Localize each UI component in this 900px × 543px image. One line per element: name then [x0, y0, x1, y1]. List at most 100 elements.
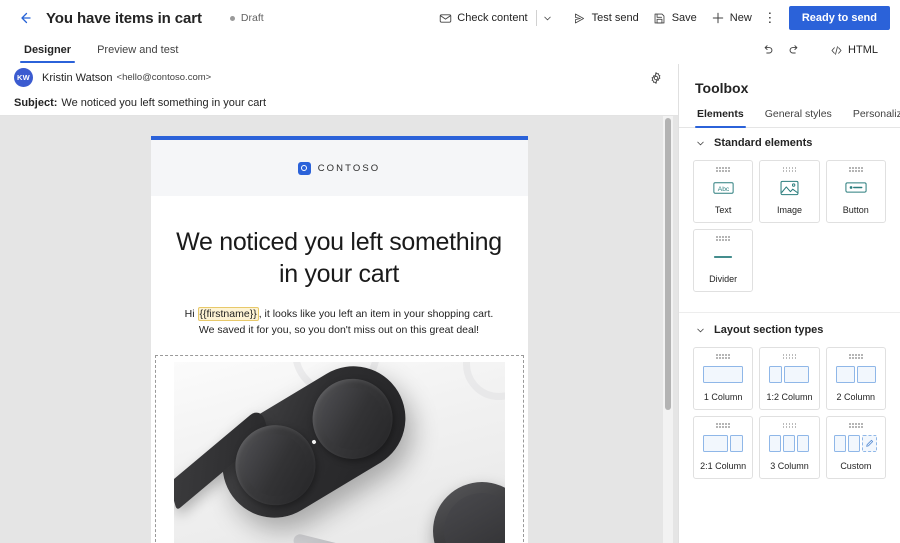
drag-handle-icon[interactable] [716, 354, 730, 359]
layout-tile-2-1-column[interactable]: 2:1 Column [693, 416, 754, 479]
drag-handle-icon[interactable] [782, 423, 797, 428]
ready-to-send-button[interactable]: Ready to send [788, 6, 890, 30]
split-divider [535, 10, 537, 26]
redo-icon [789, 45, 798, 54]
check-content-label: Check content [457, 12, 528, 24]
loose-earbud [432, 481, 505, 543]
element-tile-text-label: Text [714, 205, 732, 215]
email-settings-button[interactable] [646, 68, 666, 88]
layout-tile-1-column-label: 1 Column [703, 392, 743, 402]
layout-tile-2-1-column-label: 2:1 Column [700, 461, 747, 471]
page-title: You have items in cart [46, 9, 202, 27]
element-tile-image[interactable]: Image [759, 160, 820, 223]
layout-custom-icon [834, 434, 878, 454]
drag-handle-icon[interactable] [849, 167, 863, 172]
back-button[interactable] [14, 7, 36, 29]
brand-name: CONTOSO [317, 162, 381, 174]
drag-handle-icon[interactable] [782, 167, 797, 172]
more-vertical-icon: ⋮ [763, 10, 777, 25]
paragraph-line2: We saved it for you, so you don't miss o… [198, 324, 480, 337]
chevron-down-icon [695, 138, 706, 149]
layout-tile-1-column[interactable]: 1 Column [693, 347, 754, 410]
drag-handle-icon[interactable] [716, 423, 730, 428]
tab-preview-and-test[interactable]: Preview and test [91, 36, 184, 64]
more-options-button[interactable]: ⋮ [759, 5, 781, 31]
drag-handle-icon[interactable] [716, 236, 730, 241]
code-icon [831, 45, 842, 55]
personalization-token[interactable]: {{firstname}} [197, 307, 259, 321]
tab-personalize[interactable]: Personalize [851, 108, 900, 127]
canvas-scrollbar-thumb[interactable] [665, 118, 671, 410]
subject-row[interactable]: Subject: We noticed you left something i… [0, 91, 678, 116]
status-dot [229, 15, 235, 21]
section-standard-elements-header[interactable]: Standard elements [693, 128, 886, 158]
toolbox-scroll-region: Standard elements Abc Text Image Button … [679, 128, 900, 543]
pencil-icon [863, 436, 876, 451]
tab-general-styles-label: General styles [764, 108, 832, 120]
chevron-down-icon [695, 325, 706, 336]
drag-handle-icon[interactable] [782, 354, 797, 359]
layout-tile-2-column[interactable]: 2 Column [825, 347, 886, 410]
html-view-button[interactable]: HTML [822, 39, 886, 61]
drag-handle-icon[interactable] [849, 423, 863, 428]
image-icon [780, 178, 799, 198]
section-layout-types-header[interactable]: Layout section types [693, 315, 886, 345]
command-group: Check content Test send Save New ⋮ Ready… [431, 5, 890, 31]
divider-icon [712, 247, 734, 267]
email-body-section[interactable]: We noticed you left something in your ca… [150, 196, 528, 355]
svg-text:Abc: Abc [717, 185, 729, 192]
paragraph-suffix: , it looks like you left an item in your… [258, 308, 494, 320]
tab-elements-label: Elements [697, 108, 744, 120]
email-image-section[interactable] [154, 354, 524, 543]
tab-general-styles[interactable]: General styles [763, 108, 834, 127]
logo-ring [301, 165, 308, 171]
undo-button[interactable] [756, 39, 780, 61]
layout-tile-1-2-column[interactable]: 1:2 Column [759, 347, 820, 410]
subject-value: We noticed you left something in your ca… [61, 97, 267, 109]
product-photo[interactable] [173, 361, 505, 543]
layout-types-grid: 1 Column 1:2 Column 2 Column 2:1 Column … [693, 345, 886, 489]
layout-tile-2-column-label: 2 Column [836, 392, 876, 402]
status-badge: Draft [229, 12, 264, 24]
view-tab-strip: Designer Preview and test HTML [0, 36, 900, 64]
tab-designer[interactable]: Designer [18, 36, 77, 64]
subject-label: Subject: [14, 97, 58, 109]
background-ring-b [462, 361, 505, 400]
element-tile-text[interactable]: Abc Text [693, 160, 754, 223]
canvas-scroll-region: CONTOSO We noticed you left something in… [0, 116, 678, 543]
redo-button[interactable] [782, 39, 806, 61]
case-led-dot [310, 438, 317, 445]
check-content-button[interactable]: Check content [431, 5, 534, 31]
avatar: KW [14, 68, 33, 87]
tab-personalize-label: Personalize [852, 108, 900, 120]
layout-tile-3-column-label: 3 Column [770, 461, 809, 471]
test-send-button[interactable]: Test send [566, 5, 646, 31]
email-header-section[interactable]: CONTOSO [150, 140, 528, 196]
element-tile-image-label: Image [776, 205, 802, 215]
new-button[interactable]: New [704, 5, 759, 31]
paragraph-prefix: Hi [184, 308, 198, 320]
drag-handle-icon[interactable] [716, 167, 730, 172]
layout-2col-icon [835, 365, 876, 385]
sender-name: Kristin Watson [42, 71, 113, 84]
undo-icon [764, 45, 773, 54]
tab-preview-label: Preview and test [97, 44, 179, 56]
section-standard-elements: Standard elements Abc Text Image Button … [679, 128, 900, 302]
email-document: CONTOSO We noticed you left something in… [150, 136, 528, 543]
layout-tile-3-column[interactable]: 3 Column [759, 416, 820, 479]
element-tile-divider-label: Divider [709, 274, 738, 284]
tab-elements[interactable]: Elements [695, 108, 746, 128]
tab-designer-label: Designer [24, 44, 72, 56]
sender-email: <hello@contoso.com> [116, 72, 212, 83]
drag-handle-icon[interactable] [849, 354, 863, 359]
layout-1-2col-icon [769, 365, 810, 385]
toolbox-panel: Toolbox Elements General styles Personal… [678, 64, 900, 543]
layout-tile-custom[interactable]: Custom [825, 416, 886, 479]
check-content-dropdown[interactable] [538, 5, 558, 31]
standard-elements-grid: Abc Text Image Button Divider [693, 158, 886, 302]
test-send-label: Test send [591, 12, 639, 24]
element-tile-divider[interactable]: Divider [693, 229, 754, 292]
canvas-scrollbar[interactable] [663, 116, 673, 543]
save-button[interactable]: Save [646, 5, 704, 31]
element-tile-button[interactable]: Button [825, 160, 886, 223]
